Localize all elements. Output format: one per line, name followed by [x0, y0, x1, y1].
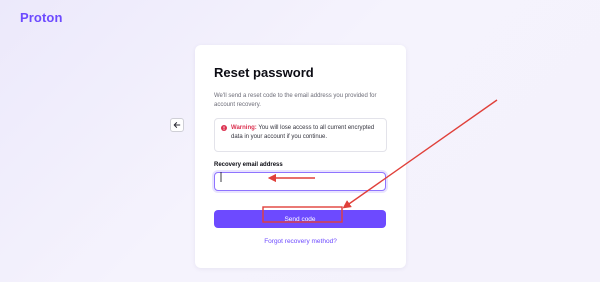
page-title: Reset password: [214, 65, 314, 80]
subtitle-text: We'll send a reset code to the email add…: [214, 93, 377, 108]
proton-logo: Proton: [20, 10, 63, 25]
forgot-recovery-method-link[interactable]: Forgot recovery method?: [214, 238, 387, 245]
send-code-button[interactable]: Send code: [214, 210, 386, 228]
alert-circle-icon: [221, 125, 227, 131]
warning-label: Warning:: [231, 125, 257, 131]
recovery-email-input[interactable]: [214, 172, 386, 191]
arrow-left-icon: [173, 122, 181, 128]
recovery-email-label: Recovery email address: [214, 162, 283, 168]
back-button[interactable]: [170, 118, 184, 132]
warning-box: Warning: You will lose access to all cur…: [214, 118, 387, 152]
warning-text: Warning: You will lose access to all cur…: [231, 124, 380, 146]
reset-password-card: Reset password We'll send a reset code t…: [195, 45, 406, 268]
